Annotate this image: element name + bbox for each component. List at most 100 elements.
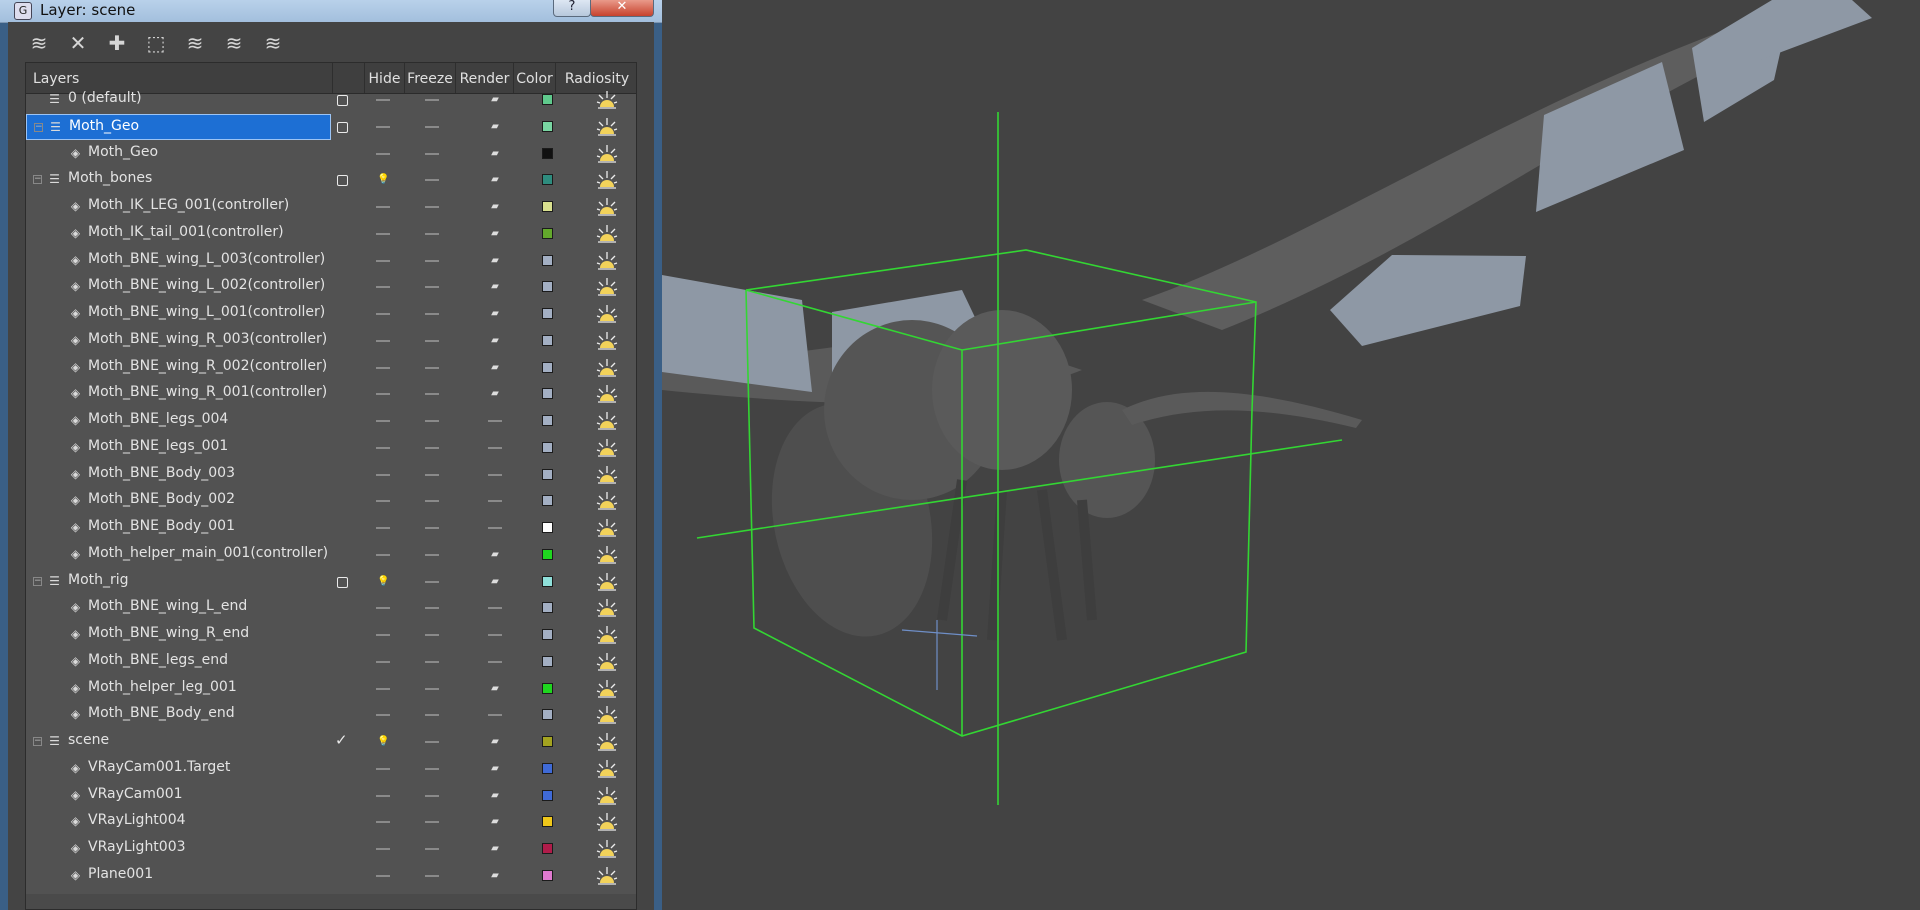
freeze-toggle[interactable] xyxy=(425,874,439,877)
row-label[interactable]: ◈ Moth_Geo xyxy=(26,141,331,167)
hide-toggle[interactable] xyxy=(376,313,390,315)
object-row[interactable]: ◈ Moth_BNE_Body_end xyxy=(26,702,636,729)
teapot-render-icon[interactable]: ▰ xyxy=(489,309,501,319)
freeze-toggle[interactable] xyxy=(425,313,439,315)
object-row[interactable]: ◈ Moth_BNE_wing_R_001(controller) ▰ xyxy=(26,381,636,408)
object-row[interactable]: ◈ Moth_Geo ▰ xyxy=(26,141,636,168)
teapot-render-icon[interactable]: ▰ xyxy=(489,121,501,132)
render-toggle[interactable] xyxy=(488,527,502,529)
color-swatch[interactable] xyxy=(542,281,553,293)
row-label[interactable]: ◈ VRayLight004 xyxy=(26,809,331,835)
radiosity-sun-icon[interactable] xyxy=(596,732,618,752)
freeze-toggle[interactable] xyxy=(425,553,439,556)
color-swatch[interactable] xyxy=(542,415,553,426)
freeze-toggle[interactable] xyxy=(425,848,439,850)
hide-toggle[interactable] xyxy=(376,687,390,690)
freeze-toggle[interactable] xyxy=(425,206,439,208)
hide-toggle[interactable] xyxy=(376,232,390,235)
color-swatch[interactable] xyxy=(542,548,553,560)
object-row[interactable]: ◈ Plane001 ▰ xyxy=(26,863,636,890)
teapot-render-icon[interactable]: ▰ xyxy=(489,817,501,827)
hide-toggle[interactable] xyxy=(376,848,390,850)
current-layer-box[interactable] xyxy=(337,576,348,588)
hide-toggle[interactable] xyxy=(376,125,390,128)
row-label[interactable]: ◈ Moth_BNE_legs_004 xyxy=(26,408,331,434)
current-layer-check-icon[interactable]: ✓ xyxy=(335,731,348,749)
freeze-toggle[interactable] xyxy=(425,741,439,743)
render-toggle[interactable] xyxy=(488,446,502,449)
object-row[interactable]: ◈ VRayCam001.Target ▰ xyxy=(26,756,636,783)
object-row[interactable]: ◈ Moth_BNE_legs_end xyxy=(26,649,636,676)
color-swatch[interactable] xyxy=(542,361,553,373)
radiosity-sun-icon[interactable] xyxy=(596,117,618,137)
hide-toggle[interactable] xyxy=(376,259,390,262)
teapot-render-icon[interactable]: ▰ xyxy=(489,549,501,560)
hide-toggle[interactable] xyxy=(376,660,390,663)
object-row[interactable]: ◈ VRayCam001 ▰ xyxy=(26,783,636,810)
radiosity-sun-icon[interactable] xyxy=(596,625,618,645)
color-swatch[interactable] xyxy=(542,709,553,721)
teapot-render-icon[interactable]: ▰ xyxy=(489,202,501,212)
radiosity-sun-icon[interactable] xyxy=(596,277,618,297)
row-label[interactable]: ◈ Moth_IK_LEG_001(controller) xyxy=(26,194,331,220)
render-toggle[interactable] xyxy=(488,714,502,717)
add-selection-button[interactable]: ✚ xyxy=(104,30,130,56)
radiosity-sun-icon[interactable] xyxy=(596,251,618,271)
freeze-toggle[interactable] xyxy=(425,580,439,583)
radiosity-sun-icon[interactable] xyxy=(596,358,618,378)
teapot-render-icon[interactable]: ▰ xyxy=(489,389,501,399)
row-label[interactable]: ◈ Moth_helper_leg_001 xyxy=(26,676,331,702)
teapot-render-icon[interactable]: ▰ xyxy=(489,790,501,801)
teapot-render-icon[interactable]: ▰ xyxy=(489,335,501,346)
row-label[interactable]: ◈ Moth_BNE_wing_L_end xyxy=(26,595,331,621)
freeze-toggle[interactable] xyxy=(425,714,439,717)
radiosity-sun-icon[interactable] xyxy=(596,465,618,485)
color-swatch[interactable] xyxy=(542,120,553,132)
hide-toggle[interactable] xyxy=(376,821,390,824)
color-swatch[interactable] xyxy=(542,522,553,533)
row-label[interactable]: ◈ Moth_BNE_Body_003 xyxy=(26,462,331,488)
row-label[interactable]: − ☰ Moth_rig xyxy=(26,569,331,595)
color-swatch[interactable] xyxy=(542,655,553,667)
row-label[interactable]: ◈ Moth_BNE_wing_L_003(controller) xyxy=(26,248,331,274)
freeze-toggle[interactable] xyxy=(425,339,439,342)
layer-row[interactable]: − ☰ Moth_Geo ▰ xyxy=(26,113,636,141)
freeze-toggle[interactable] xyxy=(425,286,439,289)
teapot-render-icon[interactable]: ▰ xyxy=(489,95,501,105)
teapot-render-icon[interactable]: ▰ xyxy=(489,763,501,774)
freeze-toggle[interactable] xyxy=(425,634,439,636)
color-swatch[interactable] xyxy=(542,816,553,828)
title-bar[interactable]: G Layer: scene ? ✕ xyxy=(0,0,662,23)
color-swatch[interactable] xyxy=(542,334,553,346)
color-swatch[interactable] xyxy=(542,682,553,694)
teapot-render-icon[interactable]: ▰ xyxy=(489,282,501,292)
row-label[interactable]: ◈ Moth_BNE_legs_001 xyxy=(26,435,331,461)
object-row[interactable]: ◈ Moth_BNE_Body_002 xyxy=(26,488,636,515)
hide-toggle[interactable] xyxy=(376,794,390,797)
hide-toggle[interactable] xyxy=(376,152,390,155)
radiosity-sun-icon[interactable] xyxy=(596,384,618,404)
teapot-render-icon[interactable]: ▰ xyxy=(489,362,501,373)
teapot-render-icon[interactable]: ▰ xyxy=(489,870,501,881)
color-swatch[interactable] xyxy=(542,254,553,266)
freeze-toggle[interactable] xyxy=(425,366,439,369)
radiosity-sun-icon[interactable] xyxy=(596,866,618,886)
freeze-toggle[interactable] xyxy=(425,767,439,770)
radiosity-sun-icon[interactable] xyxy=(596,545,618,565)
hide-toggle[interactable] xyxy=(376,767,390,770)
radiosity-sun-icon[interactable] xyxy=(596,331,618,351)
color-swatch[interactable] xyxy=(542,789,553,801)
radiosity-sun-icon[interactable] xyxy=(596,598,618,618)
freeze-toggle[interactable] xyxy=(425,660,439,663)
hide-toggle[interactable] xyxy=(376,446,390,449)
lightbulb-icon[interactable]: 💡 xyxy=(377,174,389,186)
teapot-render-icon[interactable]: ▰ xyxy=(489,576,501,587)
hide-toggle[interactable] xyxy=(376,286,390,289)
row-label[interactable]: ◈ VRayLight003 xyxy=(26,836,331,862)
freeze-toggle[interactable] xyxy=(425,473,439,476)
color-swatch[interactable] xyxy=(542,147,553,159)
render-toggle[interactable] xyxy=(488,473,502,476)
hide-all-button[interactable]: ≋ xyxy=(221,30,247,56)
freeze-toggle[interactable] xyxy=(425,99,439,101)
lightbulb-icon[interactable]: 💡 xyxy=(377,736,389,748)
